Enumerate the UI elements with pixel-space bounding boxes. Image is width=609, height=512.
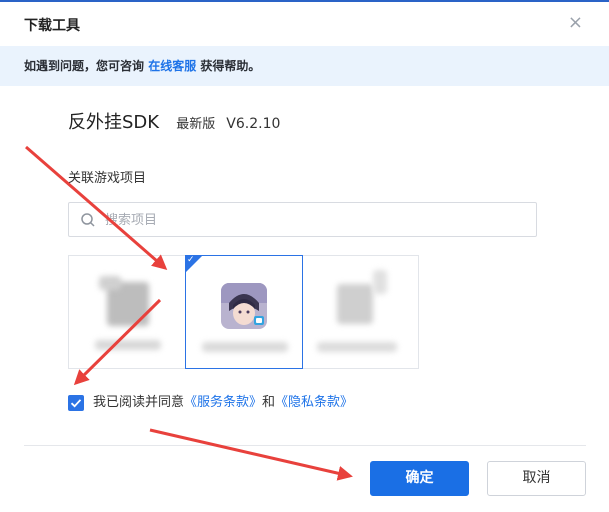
version-label: 最新版 (176, 117, 216, 132)
agreement-prefix: 我已阅读并同意 (93, 395, 185, 410)
game-project-list: ✓ (68, 255, 419, 369)
project-search[interactable] (68, 202, 537, 238)
dialog-header: 下载工具 × (0, 0, 609, 46)
notice-prefix: 如遇到问题，您可咨询 (24, 59, 145, 73)
check-icon (70, 399, 82, 408)
cancel-button[interactable]: 取消 (487, 461, 586, 496)
blurred-game-icon (373, 270, 387, 294)
check-icon: ✓ (187, 255, 195, 265)
terms-of-service-link[interactable]: 《服务条款》 (184, 395, 262, 410)
blurred-game-name (317, 342, 397, 352)
blurred-game-icon (99, 276, 121, 290)
notice-text: 如遇到问题，您可咨询 在线客服 获得帮助。 (24, 57, 260, 74)
product-heading: 反外挂SDK 最新版 V6.2.10 (68, 108, 280, 134)
search-icon (81, 213, 95, 227)
online-support-link[interactable]: 在线客服 (148, 59, 196, 73)
game-card[interactable] (69, 256, 185, 368)
product-name: 反外挂SDK (68, 112, 160, 133)
confirm-button[interactable]: 确定 (370, 461, 469, 496)
blurred-game-name (95, 340, 161, 350)
game-card-selected[interactable]: ✓ (185, 255, 303, 369)
help-notice: 如遇到问题，您可咨询 在线客服 获得帮助。 (0, 46, 609, 86)
agreement-text: 我已阅读并同意《服务条款》和《隐私条款》 (93, 395, 353, 411)
footer-divider (24, 445, 586, 446)
search-input[interactable] (103, 203, 527, 238)
game-icon (221, 283, 267, 329)
close-icon[interactable]: × (568, 14, 583, 32)
version-number: V6.2.10 (226, 116, 281, 132)
blurred-game-name (202, 342, 288, 352)
agreement-conjunction: 和 (262, 395, 276, 410)
games-section-title: 关联游戏项目 (68, 171, 147, 186)
blurred-game-icon (337, 284, 373, 324)
notice-suffix: 获得帮助。 (200, 59, 261, 73)
annotation-arrow (149, 428, 353, 481)
dialog-title: 下载工具 (24, 18, 80, 34)
download-tool-dialog: 下载工具 × 如遇到问题，您可咨询 在线客服 获得帮助。 反外挂SDK 最新版 … (0, 0, 609, 512)
agreement-checkbox[interactable] (68, 395, 84, 411)
privacy-policy-link[interactable]: 《隐私条款》 (275, 395, 353, 410)
game-card[interactable] (303, 256, 419, 368)
